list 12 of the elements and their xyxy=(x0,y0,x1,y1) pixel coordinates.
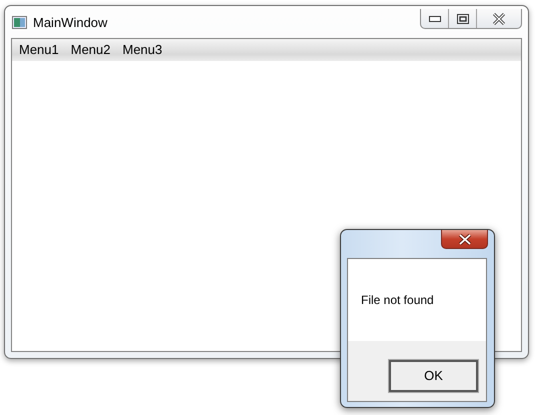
close-icon xyxy=(492,12,506,24)
menu-item[interactable]: Menu1 xyxy=(14,40,64,60)
close-icon xyxy=(458,234,472,244)
menu-item[interactable]: Menu2 xyxy=(66,40,116,60)
ok-button[interactable]: OK xyxy=(389,360,478,392)
window-title: MainWindow xyxy=(33,14,108,32)
app-icon xyxy=(12,16,27,29)
dialog-message: File not found xyxy=(361,292,434,309)
close-button[interactable] xyxy=(441,230,488,249)
menu-item[interactable]: Menu3 xyxy=(118,40,168,60)
maximize-icon xyxy=(456,14,468,24)
minimize-icon xyxy=(428,16,440,22)
